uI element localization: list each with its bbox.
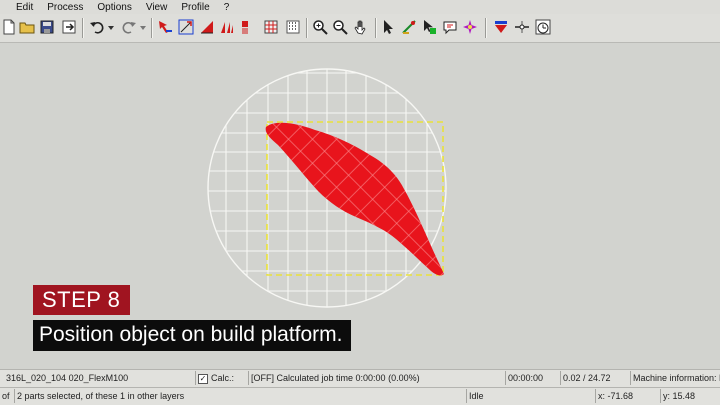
zoom-out-icon[interactable]	[331, 18, 349, 36]
job-file-name: 316L_020_104 020_FlexM100	[6, 373, 129, 383]
mesh-tool-icon[interactable]	[262, 18, 280, 36]
open-folder-icon[interactable]	[18, 18, 36, 36]
elapsed-time: 00:00:00	[505, 371, 558, 385]
cursor-x: x: -71.68	[595, 389, 658, 403]
support-tool-icon[interactable]	[239, 18, 257, 36]
comment-icon[interactable]	[441, 18, 459, 36]
calc-label: Calc.:	[211, 373, 235, 383]
node-edit-icon[interactable]	[420, 18, 438, 36]
machine-information: Machine information: M	[630, 371, 720, 385]
zoom-in-icon[interactable]	[311, 18, 329, 36]
menu-options[interactable]: Options	[97, 2, 131, 13]
triangle-tool-icon[interactable]	[198, 18, 216, 36]
part-object[interactable]	[265, 122, 444, 276]
redo-dropdown-icon[interactable]	[138, 18, 148, 36]
pan-hand-icon[interactable]	[352, 18, 370, 36]
toolbar	[0, 14, 720, 43]
move-arrows-icon[interactable]	[156, 18, 174, 36]
selection-prefix: of	[2, 391, 10, 401]
cursor-y: y: 15.48	[660, 389, 720, 403]
redo-icon[interactable]	[120, 18, 138, 36]
calc-checkbox[interactable]: ✓	[198, 373, 208, 384]
measure-icon[interactable]	[400, 18, 418, 36]
toolbar-separator	[375, 18, 377, 38]
export-icon[interactable]	[60, 18, 78, 36]
step-caption: Position object on build platform.	[33, 320, 351, 351]
toolbar-separator	[306, 18, 308, 38]
status-bar-job: 316L_020_104 020_FlexM100 ✓ Calc.: [OFF] …	[0, 369, 720, 387]
menu-bar: Edit Process Options View Profile ?	[0, 0, 720, 14]
menu-edit[interactable]: Edit	[16, 2, 33, 13]
laser-icon[interactable]	[513, 18, 531, 36]
undo-dropdown-icon[interactable]	[106, 18, 116, 36]
timer-icon[interactable]	[534, 18, 552, 36]
slope-tool-icon[interactable]	[218, 18, 236, 36]
layer-icon[interactable]	[492, 18, 510, 36]
grid-fill-icon[interactable]	[284, 18, 302, 36]
selection-info: 2 parts selected, of these 1 in other la…	[14, 389, 465, 403]
status-bar-selection: of 2 parts selected, of these 1 in other…	[0, 387, 720, 405]
new-file-icon[interactable]	[0, 18, 18, 36]
toolbar-separator	[82, 18, 84, 38]
save-icon[interactable]	[38, 18, 56, 36]
menu-view[interactable]: View	[146, 2, 168, 13]
rotate-select-icon[interactable]	[177, 18, 195, 36]
menu-profile[interactable]: Profile	[181, 2, 209, 13]
calc-toggle[interactable]: ✓ Calc.:	[195, 371, 248, 385]
toolbar-separator	[485, 18, 487, 38]
select-arrow-icon[interactable]	[380, 18, 398, 36]
layer-height: 0.02 / 24.72	[560, 371, 629, 385]
toolbar-separator	[151, 18, 153, 38]
menu-process[interactable]: Process	[47, 2, 83, 13]
undo-icon[interactable]	[88, 18, 106, 36]
calculated-job-time: [OFF] Calculated job time 0:00:00 (0.00%…	[248, 371, 505, 385]
machine-state: Idle	[466, 389, 595, 403]
menu-help[interactable]: ?	[224, 2, 230, 13]
sparkle-icon[interactable]	[461, 18, 479, 36]
step-banner: STEP 8	[33, 285, 131, 315]
